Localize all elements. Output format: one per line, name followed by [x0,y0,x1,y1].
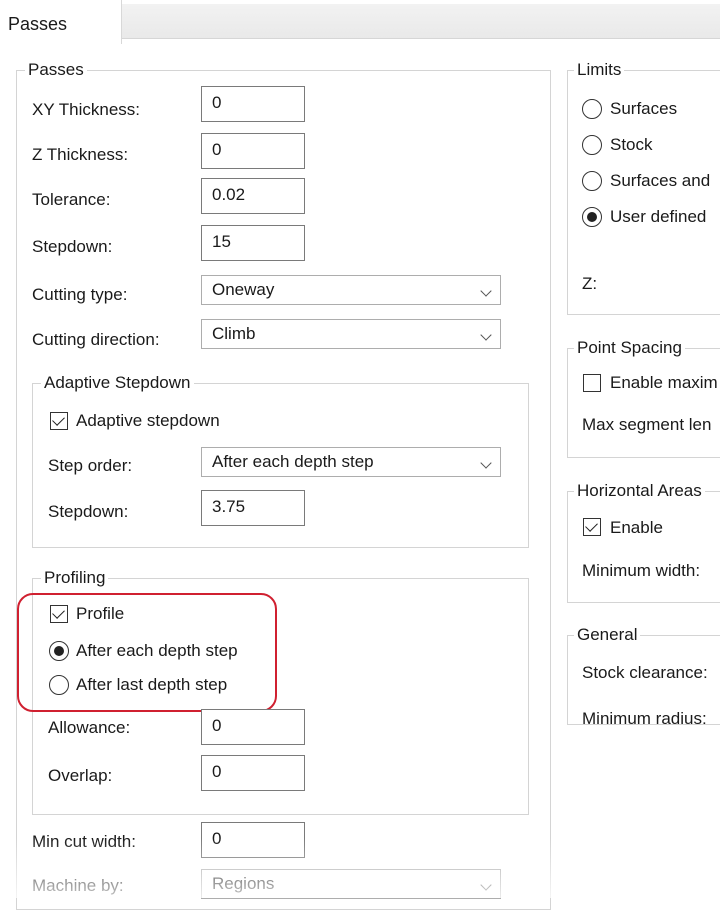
max-segment-length-label: Max segment len [582,415,712,434]
tolerance-label: Tolerance: [32,190,111,209]
chevron-down-icon [480,329,492,341]
passes-group-title: Passes [25,60,87,80]
machine-by-select[interactable]: Regions [201,869,501,899]
profile-checkbox-label: Profile [76,604,125,623]
after-each-depth-step-radio[interactable] [49,641,69,661]
chevron-down-icon [480,457,492,469]
tab-passes[interactable]: Passes [0,0,122,44]
adaptive-stepdown-input[interactable]: 3.75 [201,490,305,526]
after-last-depth-step-label: After last depth step [76,675,228,694]
overlap-label: Overlap: [48,766,113,785]
overlap-input[interactable]: 0 [201,755,305,791]
min-cut-width-label: Min cut width: [32,832,136,851]
cutting-type-value: Oneway [212,280,275,299]
limits-title: Limits [574,60,625,80]
profile-checkbox[interactable] [50,605,68,623]
cutting-direction-label: Cutting direction: [32,330,160,349]
adaptive-stepdown-title: Adaptive Stepdown [41,373,194,393]
adaptive-stepdown-checkbox-label: Adaptive stepdown [76,411,220,430]
stepdown-input[interactable]: 15 [201,225,305,261]
enable-max-label: Enable maxim [610,373,718,392]
chevron-down-icon [480,285,492,297]
limits-surfaces-label: Surfaces [610,99,678,118]
horizontal-areas-title: Horizontal Areas [574,481,705,501]
general-title: General [574,625,641,645]
z-thickness-label: Z Thickness: [32,145,129,164]
after-last-depth-step-radio[interactable] [49,675,69,695]
step-order-label: Step order: [48,456,133,475]
limits-surfaces-radio[interactable] [582,99,602,119]
stepdown-label: Stepdown: [32,237,113,256]
minimum-radius-label: Minimum radius: [582,709,707,728]
cutting-type-select[interactable]: Oneway [201,275,501,305]
min-cut-width-input[interactable]: 0 [201,822,305,858]
machine-by-label: Machine by: [32,876,124,895]
limits-stock-radio[interactable] [582,135,602,155]
step-order-select[interactable]: After each depth step [201,447,501,477]
limits-stock-label: Stock [610,135,653,154]
after-each-depth-step-label: After each depth step [76,641,238,660]
horizontal-enable-label: Enable [610,518,663,537]
adaptive-stepdown-value-label: Stepdown: [48,502,129,521]
machine-by-value: Regions [212,874,275,893]
enable-max-checkbox[interactable] [583,374,601,392]
limits-z-label: Z: [582,274,598,293]
point-spacing-title: Point Spacing [574,338,685,358]
step-order-value: After each depth step [212,452,374,471]
minimum-width-label: Minimum width: [582,561,701,580]
z-thickness-input[interactable]: 0 [201,133,305,169]
adaptive-stepdown-checkbox[interactable] [50,412,68,430]
horizontal-areas-group: Horizontal Areas [567,481,720,603]
allowance-input[interactable]: 0 [201,709,305,745]
tab-passes-label: Passes [8,14,68,34]
horizontal-enable-checkbox[interactable] [583,518,601,536]
tab-strip-background [122,4,720,39]
limits-user-defined-radio[interactable] [582,207,602,227]
chevron-down-icon [480,879,492,891]
xy-thickness-label: XY Thickness: [32,100,141,119]
limits-user-defined-label: User defined [610,207,707,226]
allowance-label: Allowance: [48,718,131,737]
cutting-direction-value: Climb [212,324,256,343]
cutting-type-label: Cutting type: [32,285,128,304]
limits-surfaces-and-label: Surfaces and [610,171,711,190]
stock-clearance-label: Stock clearance: [582,663,708,682]
tolerance-input[interactable]: 0.02 [201,178,305,214]
limits-surfaces-and-radio[interactable] [582,171,602,191]
tab-strip: Passes [0,0,720,44]
point-spacing-group: Point Spacing [567,338,720,458]
profiling-title: Profiling [41,568,109,588]
xy-thickness-input[interactable]: 0 [201,86,305,122]
cutting-direction-select[interactable]: Climb [201,319,501,349]
